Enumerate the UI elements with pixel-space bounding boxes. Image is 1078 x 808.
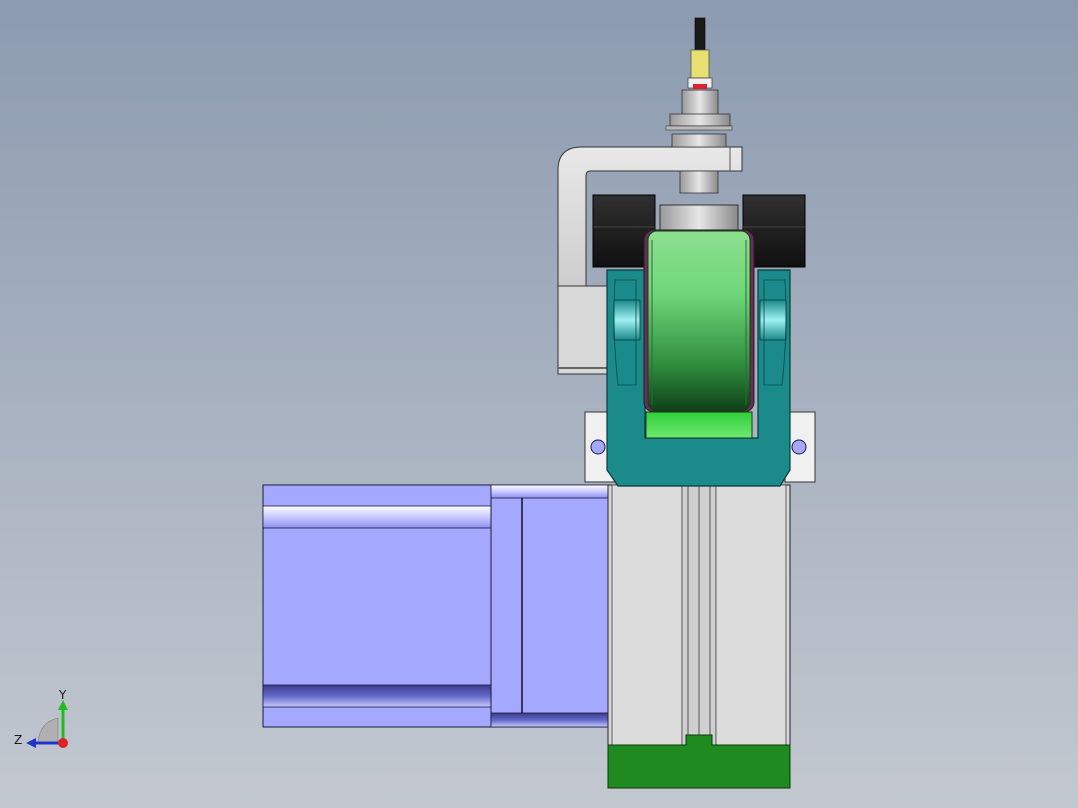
sensor-cable-gland <box>690 49 710 79</box>
module-left-rail <box>611 484 683 748</box>
triad-arc <box>37 717 59 743</box>
sensor-washer <box>665 125 733 131</box>
wheel-tread <box>647 230 751 412</box>
sensor-bracket-lower-block <box>557 285 613 375</box>
triad-x-axis <box>58 738 68 748</box>
triad-z-arrow <box>26 738 36 748</box>
triad-z-label: Z <box>14 733 22 747</box>
sensor-nut-lower <box>671 133 727 148</box>
sensor-nut-upper <box>669 113 731 127</box>
linear-module[interactable] <box>607 484 791 789</box>
wheel-lower-band <box>645 411 753 439</box>
motor[interactable] <box>262 484 609 728</box>
triad-y-label: Y <box>58 688 67 702</box>
motor-flange-bottom-band <box>490 712 609 728</box>
flange-hole-right <box>791 439 807 455</box>
flange-hole-left <box>590 439 606 455</box>
sensor-body-lower <box>679 170 719 194</box>
motor-top-highlight <box>262 505 492 529</box>
sensor-body-upper <box>681 89 719 117</box>
polyurethane-wheel[interactable] <box>643 229 755 439</box>
cad-viewport[interactable]: Y Z <box>0 0 1078 808</box>
orientation-triad[interactable]: Y Z <box>14 688 68 748</box>
sensor-led <box>693 84 707 89</box>
axle-cap <box>659 204 739 232</box>
module-right-rail <box>715 484 787 748</box>
sensor-cable <box>694 17 706 53</box>
motor-bottom-shadow <box>262 684 492 708</box>
motor-flange-top-band <box>490 484 609 499</box>
